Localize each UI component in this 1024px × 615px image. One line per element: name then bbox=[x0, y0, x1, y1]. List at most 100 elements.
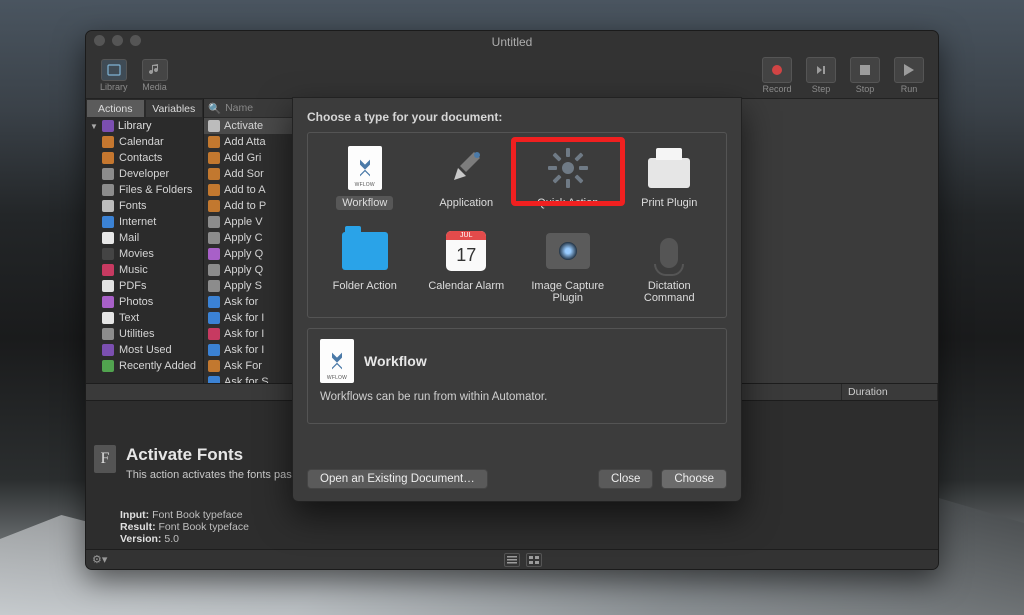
step-button[interactable]: Step bbox=[800, 55, 842, 96]
library-item-recently-added[interactable]: Recently Added bbox=[86, 358, 203, 374]
sheet-button-row: Open an Existing Document… Close Choose bbox=[307, 459, 727, 489]
disclosure-triangle-icon: ▼ bbox=[90, 122, 98, 131]
doc-type-folder[interactable]: Folder Action bbox=[314, 226, 416, 307]
quickaction-icon bbox=[545, 145, 591, 191]
library-item-mail[interactable]: Mail bbox=[86, 230, 203, 246]
action-item[interactable]: Ask for I bbox=[204, 326, 293, 342]
library-item-calendar[interactable]: Calendar bbox=[86, 134, 203, 150]
category-icon bbox=[102, 344, 114, 356]
doc-type-label: Dictation Command bbox=[621, 279, 719, 305]
record-button[interactable]: Record bbox=[756, 55, 798, 96]
results-col-duration: Duration bbox=[842, 384, 938, 400]
category-icon bbox=[102, 184, 114, 196]
type-description-box: Workflow Workflows can be run from withi… bbox=[307, 328, 727, 424]
library-sidebar: Actions Variables ▼ Library CalendarCont… bbox=[86, 99, 204, 383]
library-item-internet[interactable]: Internet bbox=[86, 214, 203, 230]
library-item-movies[interactable]: Movies bbox=[86, 246, 203, 262]
action-icon bbox=[208, 328, 220, 340]
category-icon bbox=[102, 248, 114, 260]
doc-type-label: Folder Action bbox=[329, 279, 401, 293]
action-item[interactable]: Apply Q bbox=[204, 246, 293, 262]
view-flow-icon[interactable] bbox=[526, 553, 542, 567]
action-item[interactable]: Ask for I bbox=[204, 342, 293, 358]
doc-type-label: Application bbox=[435, 196, 497, 210]
action-item[interactable]: Apply S bbox=[204, 278, 293, 294]
doc-type-calendar[interactable]: JUL17Calendar Alarm bbox=[416, 226, 518, 307]
library-root[interactable]: ▼ Library bbox=[86, 118, 203, 134]
action-item[interactable]: Apply C bbox=[204, 230, 293, 246]
library-root-label: Library bbox=[118, 120, 152, 132]
action-item[interactable]: Add Gri bbox=[204, 150, 293, 166]
action-icon bbox=[208, 168, 220, 180]
action-item[interactable]: Add to A bbox=[204, 182, 293, 198]
stop-button[interactable]: Stop bbox=[844, 55, 886, 96]
library-item-music[interactable]: Music bbox=[86, 262, 203, 278]
view-list-icon[interactable] bbox=[504, 553, 520, 567]
doc-type-workflow[interactable]: Workflow bbox=[314, 143, 416, 212]
action-icon bbox=[208, 184, 220, 196]
action-icon bbox=[208, 296, 220, 308]
choose-button[interactable]: Choose bbox=[661, 469, 727, 489]
action-icon bbox=[208, 248, 220, 260]
mic-icon bbox=[646, 228, 692, 274]
toolbar-library-label: Library bbox=[100, 82, 128, 92]
search-icon: 🔍 bbox=[208, 102, 221, 115]
tab-actions[interactable]: Actions bbox=[86, 99, 145, 118]
action-item[interactable]: Add Sor bbox=[204, 166, 293, 182]
doc-type-print[interactable]: Print Plugin bbox=[619, 143, 721, 212]
doc-type-camera[interactable]: Image Capture Plugin bbox=[517, 226, 619, 307]
action-item[interactable]: Ask for bbox=[204, 294, 293, 310]
statusbar: ⚙︎▾ bbox=[86, 549, 938, 569]
doc-type-quickaction[interactable]: Quick Action bbox=[517, 143, 619, 212]
library-item-developer[interactable]: Developer bbox=[86, 166, 203, 182]
library-item-files-folders[interactable]: Files & Folders bbox=[86, 182, 203, 198]
action-item[interactable]: Apply Q bbox=[204, 262, 293, 278]
toolbar-library-button[interactable]: Library bbox=[94, 57, 134, 94]
run-button[interactable]: Run bbox=[888, 55, 930, 96]
doc-type-mic[interactable]: Dictation Command bbox=[619, 226, 721, 307]
library-icon bbox=[102, 120, 114, 132]
open-existing-button[interactable]: Open an Existing Document… bbox=[307, 469, 488, 489]
category-icon bbox=[102, 232, 114, 244]
action-item[interactable]: Add to P bbox=[204, 198, 293, 214]
document-type-grid: Workflow Application Quick ActionPrint Plu… bbox=[307, 132, 727, 318]
category-icon bbox=[102, 312, 114, 324]
category-icon bbox=[102, 264, 114, 276]
action-item[interactable]: Ask for I bbox=[204, 310, 293, 326]
doc-type-application[interactable]: Application bbox=[416, 143, 518, 212]
library-item-photos[interactable]: Photos bbox=[86, 294, 203, 310]
category-icon bbox=[102, 280, 114, 292]
library-item-utilities[interactable]: Utilities bbox=[86, 326, 203, 342]
library-item-contacts[interactable]: Contacts bbox=[86, 150, 203, 166]
traffic-lights[interactable] bbox=[94, 35, 141, 46]
gear-icon[interactable]: ⚙︎▾ bbox=[92, 553, 107, 566]
search-row: 🔍 Name bbox=[204, 99, 293, 118]
action-item[interactable]: Activate bbox=[204, 118, 293, 134]
category-icon bbox=[102, 216, 114, 228]
toolbar-media-label: Media bbox=[142, 82, 167, 92]
action-icon bbox=[208, 152, 220, 164]
action-item[interactable]: Apple V bbox=[204, 214, 293, 230]
category-icon bbox=[102, 168, 114, 180]
tab-variables[interactable]: Variables bbox=[145, 99, 204, 118]
action-icon bbox=[208, 136, 220, 148]
library-item-most-used[interactable]: Most Used bbox=[86, 342, 203, 358]
action-item[interactable]: Ask for S bbox=[204, 374, 293, 383]
library-item-pdfs[interactable]: PDFs bbox=[86, 278, 203, 294]
library-item-fonts[interactable]: Fonts bbox=[86, 198, 203, 214]
category-icon bbox=[102, 296, 114, 308]
action-icon bbox=[208, 376, 220, 383]
titlebar: Untitled bbox=[86, 31, 938, 53]
action-icon bbox=[208, 344, 220, 356]
category-icon bbox=[102, 200, 114, 212]
actions-column: 🔍 Name ActivateAdd AttaAdd GriAdd SorAdd… bbox=[204, 99, 294, 383]
search-input[interactable]: Name bbox=[225, 102, 253, 114]
toolbar: Library Media Record Step Stop Run bbox=[86, 53, 938, 99]
action-item[interactable]: Ask For bbox=[204, 358, 293, 374]
library-item-text[interactable]: Text bbox=[86, 310, 203, 326]
action-item[interactable]: Add Atta bbox=[204, 134, 293, 150]
font-icon: F bbox=[94, 445, 116, 473]
toolbar-media-button[interactable]: Media bbox=[136, 57, 174, 94]
action-icon bbox=[208, 264, 220, 276]
close-button[interactable]: Close bbox=[598, 469, 653, 489]
